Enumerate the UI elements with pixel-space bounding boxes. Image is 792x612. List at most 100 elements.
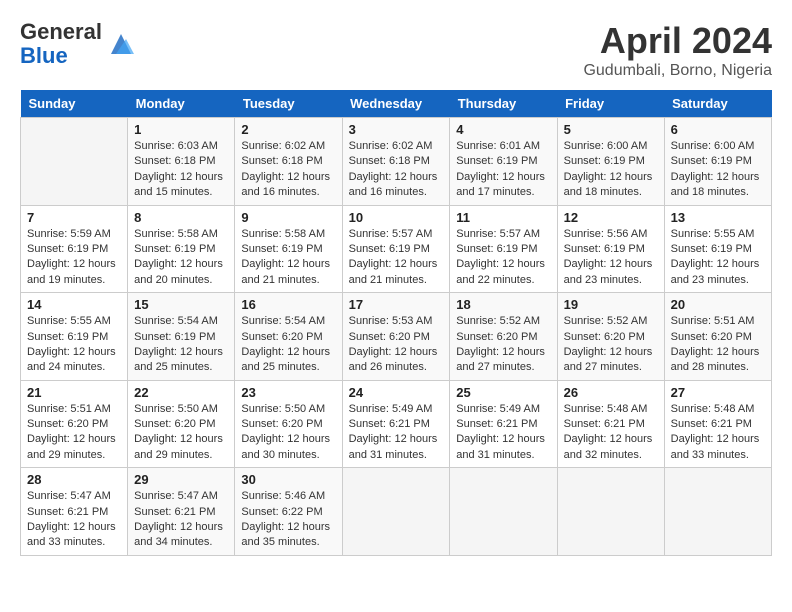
- day-info: Sunrise: 5:58 AMSunset: 6:19 PMDaylight:…: [134, 227, 228, 289]
- calendar-cell: [342, 468, 450, 556]
- day-info: Sunrise: 5:58 AMSunset: 6:19 PMDaylight:…: [241, 227, 335, 289]
- calendar-cell: 17 Sunrise: 5:53 AMSunset: 6:20 PMDayligh…: [342, 293, 450, 381]
- day-number: 15: [134, 297, 228, 312]
- day-number: 7: [27, 210, 121, 225]
- calendar-cell: 1 Sunrise: 6:03 AMSunset: 6:18 PMDaylight…: [128, 118, 235, 206]
- day-number: 12: [564, 210, 658, 225]
- day-number: 16: [241, 297, 335, 312]
- day-number: 17: [349, 297, 444, 312]
- calendar-cell: 5Sunrise: 6:00 AMSunset: 6:19 PMDaylight…: [557, 118, 664, 206]
- calendar-cell: 10Sunrise: 5:57 AMSunset: 6:19 PMDayligh…: [342, 205, 450, 293]
- calendar-cell: 14Sunrise: 5:55 AMSunset: 6:19 PMDayligh…: [21, 293, 128, 381]
- day-info: Sunrise: 5:51 AMSunset: 6:20 PMDaylight:…: [27, 402, 121, 464]
- calendar-cell: 15 Sunrise: 5:54 AMSunset: 6:19 PMDayligh…: [128, 293, 235, 381]
- day-info: Sunrise: 5:59 AMSunset: 6:19 PMDaylight:…: [27, 227, 121, 289]
- calendar-week-row: 1 Sunrise: 6:03 AMSunset: 6:18 PMDaylight…: [21, 118, 772, 206]
- day-number: 27: [671, 385, 765, 400]
- day-number: 3: [349, 122, 444, 137]
- calendar-cell: 29 Sunrise: 5:47 AMSunset: 6:21 PMDayligh…: [128, 468, 235, 556]
- day-info: Sunrise: 5:52 AMSunset: 6:20 PMDaylight:…: [456, 314, 550, 376]
- calendar-week-row: 28 Sunrise: 5:47 AMSunset: 6:21 PMDayligh…: [21, 468, 772, 556]
- weekday-header-wednesday: Wednesday: [342, 90, 450, 118]
- day-number: 22: [134, 385, 228, 400]
- calendar-cell: 23 Sunrise: 5:50 AMSunset: 6:20 PMDayligh…: [235, 380, 342, 468]
- weekday-header-tuesday: Tuesday: [235, 90, 342, 118]
- day-info: Sunrise: 5:47 AMSunset: 6:21 PMDaylight:…: [134, 489, 228, 551]
- calendar-cell: 28 Sunrise: 5:47 AMSunset: 6:21 PMDayligh…: [21, 468, 128, 556]
- calendar-week-row: 14Sunrise: 5:55 AMSunset: 6:19 PMDayligh…: [21, 293, 772, 381]
- weekday-header-thursday: Thursday: [450, 90, 557, 118]
- logo: General Blue: [20, 20, 136, 68]
- weekday-header-monday: Monday: [128, 90, 235, 118]
- day-number: 23: [241, 385, 335, 400]
- day-number: 1: [134, 122, 228, 137]
- day-info: Sunrise: 6:00 AMSunset: 6:19 PMDaylight:…: [671, 139, 765, 201]
- calendar-cell: [664, 468, 771, 556]
- day-number: 24: [349, 385, 444, 400]
- calendar-cell: [557, 468, 664, 556]
- calendar-cell: 7 Sunrise: 5:59 AMSunset: 6:19 PMDaylight…: [21, 205, 128, 293]
- day-number: 19: [564, 297, 658, 312]
- day-number: 14: [27, 297, 121, 312]
- day-info: Sunrise: 5:48 AMSunset: 6:21 PMDaylight:…: [671, 402, 765, 464]
- day-number: 20: [671, 297, 765, 312]
- calendar-cell: 27 Sunrise: 5:48 AMSunset: 6:21 PMDayligh…: [664, 380, 771, 468]
- day-info: Sunrise: 5:54 AMSunset: 6:20 PMDaylight:…: [241, 314, 335, 376]
- calendar-cell: 16 Sunrise: 5:54 AMSunset: 6:20 PMDayligh…: [235, 293, 342, 381]
- logo-blue: Blue: [20, 43, 68, 68]
- calendar-cell: 12 Sunrise: 5:56 AMSunset: 6:19 PMDayligh…: [557, 205, 664, 293]
- day-info: Sunrise: 5:49 AMSunset: 6:21 PMDaylight:…: [456, 402, 550, 464]
- month-title: April 2024: [583, 20, 772, 62]
- calendar-cell: 13 Sunrise: 5:55 AMSunset: 6:19 PMDayligh…: [664, 205, 771, 293]
- day-number: 2: [241, 122, 335, 137]
- day-info: Sunrise: 5:46 AMSunset: 6:22 PMDaylight:…: [241, 489, 335, 551]
- calendar-cell: 9Sunrise: 5:58 AMSunset: 6:19 PMDaylight…: [235, 205, 342, 293]
- day-info: Sunrise: 5:47 AMSunset: 6:21 PMDaylight:…: [27, 489, 121, 551]
- logo-icon: [106, 29, 136, 59]
- calendar-cell: 3 Sunrise: 6:02 AMSunset: 6:18 PMDaylight…: [342, 118, 450, 206]
- calendar-cell: 21 Sunrise: 5:51 AMSunset: 6:20 PMDayligh…: [21, 380, 128, 468]
- day-number: 29: [134, 472, 228, 487]
- day-number: 28: [27, 472, 121, 487]
- day-info: Sunrise: 5:54 AMSunset: 6:19 PMDaylight:…: [134, 314, 228, 376]
- day-info: Sunrise: 5:56 AMSunset: 6:19 PMDaylight:…: [564, 227, 658, 289]
- calendar-cell: 30 Sunrise: 5:46 AMSunset: 6:22 PMDayligh…: [235, 468, 342, 556]
- day-number: 21: [27, 385, 121, 400]
- day-number: 4: [456, 122, 550, 137]
- location: Gudumbali, Borno, Nigeria: [583, 62, 772, 80]
- day-number: 18: [456, 297, 550, 312]
- day-info: Sunrise: 6:00 AMSunset: 6:19 PMDaylight:…: [564, 139, 658, 201]
- day-info: Sunrise: 5:49 AMSunset: 6:21 PMDaylight:…: [349, 402, 444, 464]
- day-number: 30: [241, 472, 335, 487]
- day-info: Sunrise: 5:51 AMSunset: 6:20 PMDaylight:…: [671, 314, 765, 376]
- day-info: Sunrise: 5:50 AMSunset: 6:20 PMDaylight:…: [241, 402, 335, 464]
- day-info: Sunrise: 5:52 AMSunset: 6:20 PMDaylight:…: [564, 314, 658, 376]
- calendar-cell: 2 Sunrise: 6:02 AMSunset: 6:18 PMDaylight…: [235, 118, 342, 206]
- title-block: April 2024 Gudumbali, Borno, Nigeria: [583, 20, 772, 80]
- calendar-week-row: 21 Sunrise: 5:51 AMSunset: 6:20 PMDayligh…: [21, 380, 772, 468]
- calendar-cell: 22 Sunrise: 5:50 AMSunset: 6:20 PMDayligh…: [128, 380, 235, 468]
- page-header: General Blue April 2024 Gudumbali, Borno…: [20, 20, 772, 80]
- calendar-cell: 18 Sunrise: 5:52 AMSunset: 6:20 PMDayligh…: [450, 293, 557, 381]
- day-info: Sunrise: 5:48 AMSunset: 6:21 PMDaylight:…: [564, 402, 658, 464]
- calendar-table: SundayMondayTuesdayWednesdayThursdayFrid…: [20, 90, 772, 556]
- day-number: 6: [671, 122, 765, 137]
- calendar-cell: 24 Sunrise: 5:49 AMSunset: 6:21 PMDayligh…: [342, 380, 450, 468]
- weekday-header-friday: Friday: [557, 90, 664, 118]
- day-info: Sunrise: 6:02 AMSunset: 6:18 PMDaylight:…: [349, 139, 444, 201]
- day-number: 8: [134, 210, 228, 225]
- day-info: Sunrise: 5:50 AMSunset: 6:20 PMDaylight:…: [134, 402, 228, 464]
- calendar-cell: 26Sunrise: 5:48 AMSunset: 6:21 PMDayligh…: [557, 380, 664, 468]
- day-info: Sunrise: 5:55 AMSunset: 6:19 PMDaylight:…: [671, 227, 765, 289]
- calendar-cell: 19 Sunrise: 5:52 AMSunset: 6:20 PMDayligh…: [557, 293, 664, 381]
- calendar-cell: 20 Sunrise: 5:51 AMSunset: 6:20 PMDayligh…: [664, 293, 771, 381]
- day-number: 13: [671, 210, 765, 225]
- day-info: Sunrise: 6:03 AMSunset: 6:18 PMDaylight:…: [134, 139, 228, 201]
- day-number: 11: [456, 210, 550, 225]
- calendar-cell: [21, 118, 128, 206]
- weekday-header-row: SundayMondayTuesdayWednesdayThursdayFrid…: [21, 90, 772, 118]
- day-info: Sunrise: 5:53 AMSunset: 6:20 PMDaylight:…: [349, 314, 444, 376]
- calendar-cell: [450, 468, 557, 556]
- calendar-cell: 8 Sunrise: 5:58 AMSunset: 6:19 PMDaylight…: [128, 205, 235, 293]
- day-info: Sunrise: 6:02 AMSunset: 6:18 PMDaylight:…: [241, 139, 335, 201]
